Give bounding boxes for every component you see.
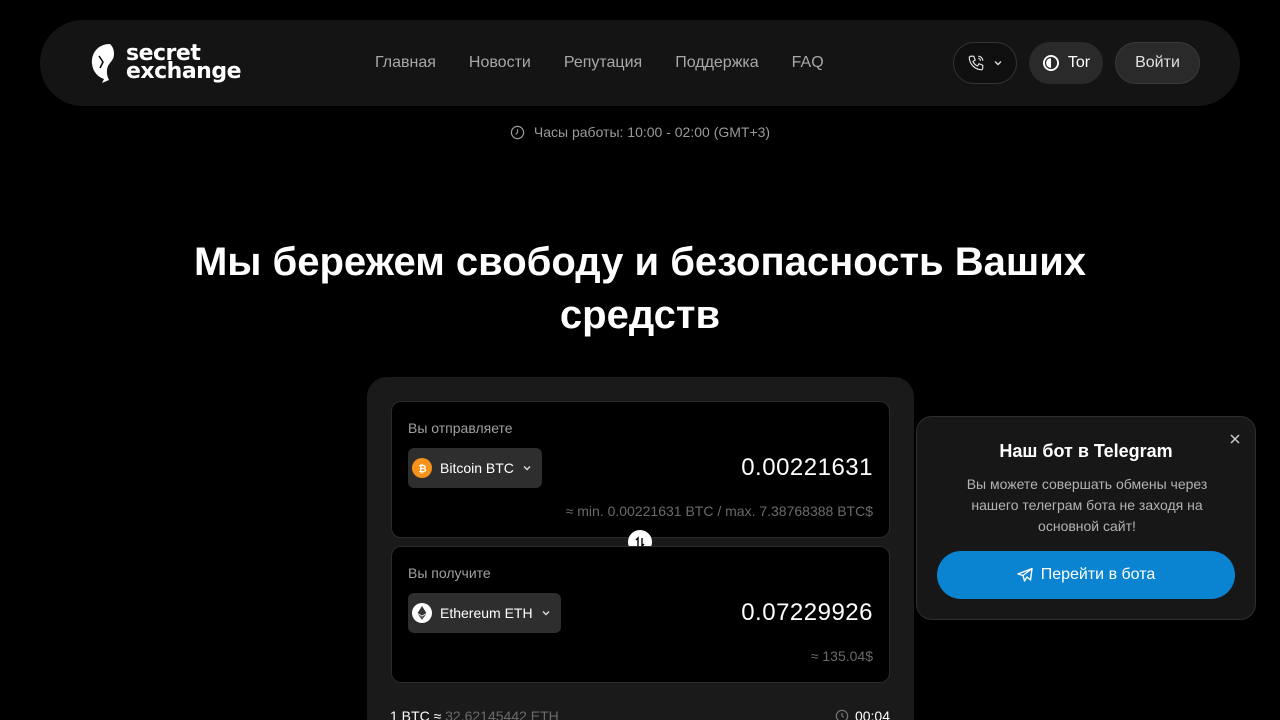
- receive-coin-name: Ethereum ETH: [440, 605, 533, 621]
- exchange-rate: 1 BTC ≈ 32.62145442 ETH: [390, 708, 559, 720]
- working-hours-text: Часы работы: 10:00 - 02:00 (GMT+3): [533, 124, 771, 140]
- svg-text:₿: ₿: [419, 463, 427, 474]
- send-amount[interactable]: 0.00221631: [741, 454, 873, 482]
- telegram-bot-popup: Наш бот в Telegram Вы можете совершать о…: [916, 416, 1256, 620]
- telegram-popup-title: Наш бот в Telegram: [999, 441, 1173, 461]
- logo-line-2: exchange: [126, 59, 242, 84]
- rate-right: 32.62145442 ETH: [445, 708, 559, 720]
- main-nav: Главная Новости Репутация Поддержка FAQ: [375, 20, 857, 106]
- send-panel: Вы отправляете ₿ Bitcoin BTC 0.00221631 …: [391, 401, 890, 538]
- chevron-down-icon: [542, 611, 550, 616]
- send-coin-select[interactable]: ₿ Bitcoin BTC: [408, 448, 542, 488]
- nav-support[interactable]: Поддержка: [675, 54, 758, 72]
- rate-timer: 00:04: [835, 708, 890, 720]
- tor-button[interactable]: Tor: [1029, 42, 1103, 84]
- exchange-card: Вы отправляете ₿ Bitcoin BTC 0.00221631 …: [367, 377, 914, 720]
- clock-icon: [835, 709, 849, 720]
- clock-icon: [510, 125, 525, 139]
- phone-icon: [968, 55, 984, 71]
- send-limits: ≈ min. 0.00221631 BTC / max. 7.38768388 …: [565, 503, 873, 519]
- bitcoin-icon: ₿: [412, 458, 432, 478]
- nav-home[interactable]: Главная: [375, 54, 436, 72]
- tor-label: Tor: [1067, 54, 1091, 71]
- send-label: Вы отправляете: [408, 420, 513, 436]
- receive-panel: Вы получите Ethereum ETH 0.07229926 ≈ 13…: [391, 546, 890, 683]
- chevron-down-icon: [994, 61, 1002, 66]
- login-button[interactable]: Войти: [1115, 42, 1200, 84]
- telegram-popup-text: Вы можете совершать обмены через нашего …: [966, 476, 1208, 534]
- receive-amount[interactable]: 0.07229926: [741, 599, 873, 627]
- receive-label: Вы получите: [408, 565, 491, 581]
- receive-usd-value: ≈ 135.04$: [810, 648, 873, 664]
- receive-coin-select[interactable]: Ethereum ETH: [408, 593, 561, 633]
- telegram-icon: [1017, 567, 1033, 582]
- phone-dropdown-button[interactable]: [953, 42, 1017, 84]
- logo-mark-icon: [91, 44, 114, 83]
- site-header: secret exchange Главная Новости Репутаци…: [40, 20, 1240, 106]
- send-coin-name: Bitcoin BTC: [440, 460, 514, 476]
- nav-news[interactable]: Новости: [469, 54, 531, 72]
- working-hours: Часы работы: 10:00 - 02:00 (GMT+3): [0, 124, 1280, 140]
- rate-left: 1 BTC ≈: [390, 708, 442, 720]
- nav-faq[interactable]: FAQ: [792, 54, 824, 72]
- logo[interactable]: secret exchange: [90, 42, 270, 84]
- tor-onion-icon: [1042, 55, 1059, 71]
- ethereum-icon: [412, 603, 432, 623]
- nav-reputation[interactable]: Репутация: [564, 54, 642, 72]
- go-to-bot-button[interactable]: Перейти в бота: [937, 551, 1235, 599]
- timer-value: 00:04: [854, 708, 890, 720]
- go-to-bot-label: Перейти в бота: [1040, 566, 1156, 583]
- chevron-down-icon: [523, 466, 531, 471]
- hero-title: Мы бережем свободу и безопасность Ваших …: [193, 240, 1087, 337]
